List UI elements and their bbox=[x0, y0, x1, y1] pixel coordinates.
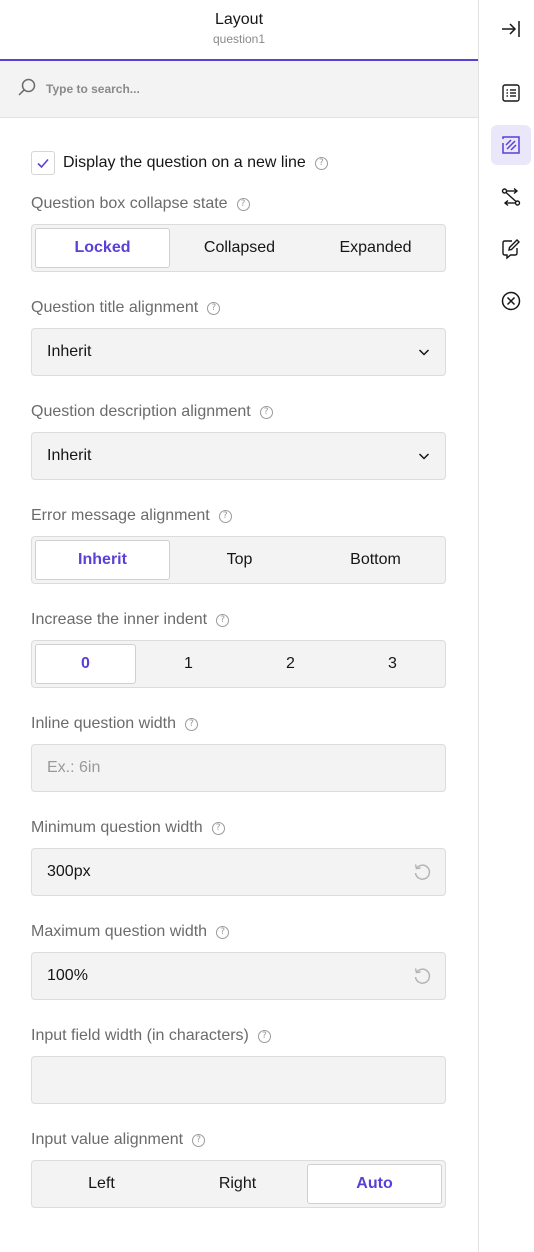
input-value-alignment-field: Input value alignment ? Left Right Auto bbox=[31, 1128, 446, 1208]
inline-width-placeholder: Ex.: 6in bbox=[47, 759, 101, 776]
alignment-option-auto[interactable]: Auto bbox=[307, 1164, 442, 1204]
help-icon[interactable]: ? bbox=[218, 509, 232, 523]
title-alignment-field: Question title alignment ? Inherit bbox=[31, 296, 446, 376]
inner-indent-label: Increase the inner indent bbox=[31, 611, 208, 628]
logic-icon bbox=[501, 187, 521, 207]
inner-indent-field: Increase the inner indent ? 0 1 2 3 bbox=[31, 608, 446, 688]
inner-indent-selector: 0 1 2 3 bbox=[31, 640, 446, 688]
title-alignment-dropdown[interactable]: Inherit bbox=[31, 328, 446, 376]
input-field-width-field: Input field width (in characters) ? bbox=[31, 1024, 446, 1104]
input-field-width-input[interactable] bbox=[31, 1056, 446, 1104]
description-alignment-field: Question description alignment ? Inherit bbox=[31, 400, 446, 480]
help-icon[interactable]: ? bbox=[216, 613, 230, 627]
input-value-alignment-selector: Left Right Auto bbox=[31, 1160, 446, 1208]
alignment-option-right[interactable]: Right bbox=[171, 1164, 304, 1204]
collapse-option-expanded[interactable]: Expanded bbox=[309, 228, 442, 268]
panel-subtitle: question1 bbox=[212, 32, 266, 46]
title-alignment-label: Question title alignment bbox=[31, 299, 199, 316]
help-icon[interactable]: ? bbox=[184, 717, 198, 731]
indent-option-2[interactable]: 2 bbox=[241, 644, 340, 684]
search-icon bbox=[17, 77, 37, 102]
collapse-panel-icon bbox=[502, 21, 520, 37]
reset-icon[interactable] bbox=[412, 966, 432, 986]
description-alignment-label: Question description alignment bbox=[31, 403, 251, 420]
description-alignment-dropdown[interactable]: Inherit bbox=[31, 432, 446, 480]
collapse-state-field: Question box collapse state ? Locked Col… bbox=[31, 192, 446, 272]
layout-icon bbox=[502, 136, 520, 154]
collapse-option-collapsed[interactable]: Collapsed bbox=[173, 228, 306, 268]
help-icon[interactable]: ? bbox=[211, 821, 225, 835]
search-bar bbox=[0, 61, 478, 118]
panel-title: Layout bbox=[214, 11, 264, 28]
min-width-label: Minimum question width bbox=[31, 819, 203, 836]
inline-width-label: Inline question width bbox=[31, 715, 176, 732]
clear-icon bbox=[501, 291, 521, 311]
help-icon[interactable]: ? bbox=[207, 301, 221, 315]
input-field-width-label: Input field width (in characters) bbox=[31, 1027, 249, 1044]
indent-option-3[interactable]: 3 bbox=[343, 644, 442, 684]
help-icon[interactable]: ? bbox=[314, 156, 328, 170]
error-alignment-field: Error message alignment ? Inherit Top Bo… bbox=[31, 504, 446, 584]
help-icon[interactable]: ? bbox=[259, 405, 273, 419]
error-option-inherit[interactable]: Inherit bbox=[35, 540, 170, 580]
min-width-field: Minimum question width ? 300px bbox=[31, 816, 446, 896]
error-option-top[interactable]: Top bbox=[173, 540, 306, 580]
max-width-input[interactable]: 100% bbox=[31, 952, 446, 1000]
min-width-input[interactable]: 300px bbox=[31, 848, 446, 896]
error-alignment-label: Error message alignment bbox=[31, 507, 210, 524]
collapse-state-selector: Locked Collapsed Expanded bbox=[31, 224, 446, 272]
title-alignment-value: Inherit bbox=[47, 343, 92, 360]
help-icon[interactable]: ? bbox=[216, 925, 230, 939]
indent-option-0[interactable]: 0 bbox=[35, 644, 136, 684]
reset-icon[interactable] bbox=[412, 862, 432, 882]
chevron-down-icon bbox=[418, 453, 430, 460]
logic-tab-button[interactable] bbox=[491, 177, 531, 217]
property-panel: Layout question1 Display the question on… bbox=[0, 0, 478, 1252]
alignment-option-left[interactable]: Left bbox=[35, 1164, 168, 1204]
search-input[interactable] bbox=[46, 82, 426, 96]
display-new-line-label: Display the question on a new line bbox=[63, 154, 306, 171]
general-tab-button[interactable] bbox=[491, 73, 531, 113]
inline-width-input[interactable]: Ex.: 6in bbox=[31, 744, 446, 792]
error-alignment-selector: Inherit Top Bottom bbox=[31, 536, 446, 584]
validation-icon bbox=[502, 239, 520, 260]
display-new-line-checkbox[interactable] bbox=[31, 151, 55, 175]
help-icon[interactable]: ? bbox=[236, 197, 250, 211]
help-icon[interactable]: ? bbox=[257, 1029, 271, 1043]
input-value-alignment-label: Input value alignment bbox=[31, 1131, 184, 1148]
inline-width-field: Inline question width ? Ex.: 6in bbox=[31, 712, 446, 792]
min-width-value: 300px bbox=[47, 863, 91, 880]
collapse-state-label: Question box collapse state bbox=[31, 195, 228, 212]
chevron-down-icon bbox=[418, 349, 430, 356]
side-toolbar bbox=[478, 0, 534, 1252]
display-new-line-row: Display the question on a new line ? bbox=[31, 151, 446, 175]
layout-tab-button[interactable] bbox=[491, 125, 531, 165]
layout-properties: Display the question on a new line ? Que… bbox=[0, 151, 478, 1208]
description-alignment-value: Inherit bbox=[47, 447, 92, 464]
general-list-icon bbox=[502, 84, 520, 102]
max-width-value: 100% bbox=[47, 967, 88, 984]
clear-button[interactable] bbox=[491, 281, 531, 321]
help-icon[interactable]: ? bbox=[192, 1133, 206, 1147]
collapse-panel-button[interactable] bbox=[491, 9, 531, 49]
max-width-label: Maximum question width bbox=[31, 923, 208, 940]
collapse-option-locked[interactable]: Locked bbox=[35, 228, 170, 268]
error-option-bottom[interactable]: Bottom bbox=[309, 540, 442, 580]
max-width-field: Maximum question width ? 100% bbox=[31, 920, 446, 1000]
panel-header: Layout question1 bbox=[0, 0, 478, 61]
validation-tab-button[interactable] bbox=[491, 229, 531, 269]
checkmark-icon bbox=[37, 158, 49, 169]
indent-option-1[interactable]: 1 bbox=[139, 644, 238, 684]
